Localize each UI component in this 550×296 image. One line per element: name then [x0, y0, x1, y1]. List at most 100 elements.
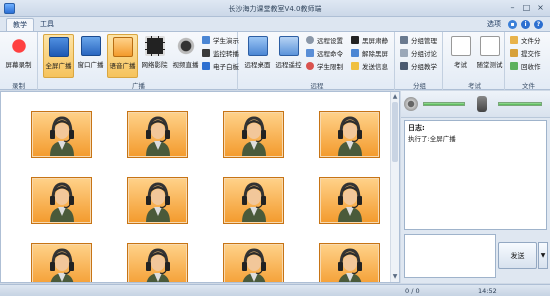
monitor-relay-button[interactable]: 监控转播: [202, 49, 239, 60]
student-demo-icon: [202, 36, 210, 44]
settings-icon[interactable]: ▪: [508, 20, 517, 29]
black-screen-label: 黑屏肃静: [362, 37, 388, 45]
student-headset-icon: [146, 248, 170, 282]
remote-command-button[interactable]: 远程命令: [306, 49, 343, 60]
scroll-down-icon[interactable]: ▼: [391, 273, 399, 281]
quiz-button[interactable]: 随堂测试: [474, 34, 505, 78]
ribbon-tabs: 教学 工具 选项 ▪ i ?: [0, 17, 550, 31]
close-button[interactable]: ×: [534, 2, 547, 13]
student-tile[interactable]: [127, 243, 188, 282]
window-broadcast-button[interactable]: 窗口广播: [75, 34, 106, 78]
student-demo-button[interactable]: 学生演示: [202, 36, 239, 47]
remote-desktop-icon: [247, 36, 268, 56]
submit-homework-icon: [510, 49, 518, 57]
tab-tools[interactable]: 工具: [34, 18, 60, 31]
black-screen-button[interactable]: 黑屏肃静: [351, 36, 388, 47]
group-discuss-button[interactable]: 分组讨论: [400, 49, 437, 60]
group-discuss-icon: [400, 49, 408, 57]
monitor-relay-label: 监控转播: [213, 50, 239, 58]
student-tile[interactable]: [31, 177, 92, 224]
window-broadcast-icon: [80, 36, 101, 56]
student-tile[interactable]: [319, 243, 380, 282]
group-grouping: 分组管理 分组讨论 分组教学 分组: [397, 32, 443, 90]
send-button[interactable]: 发送: [498, 242, 537, 269]
ribbon: 屏幕录制 录制 全屏广播 窗口广播 语音广播 网络影院 视频直播 学生演示 监控…: [0, 31, 550, 90]
student-headset-icon: [338, 116, 362, 156]
tab-teaching[interactable]: 教学: [6, 18, 34, 31]
student-tile[interactable]: [127, 177, 188, 224]
student-tile[interactable]: [31, 111, 92, 158]
student-tile[interactable]: [223, 111, 284, 158]
send-message-label: 发送信息: [362, 63, 388, 71]
student-tile[interactable]: [223, 177, 284, 224]
whiteboard-button[interactable]: 电子白板: [202, 62, 239, 73]
status-bar: 0 / 0 14:52: [0, 284, 550, 296]
student-tile[interactable]: [31, 243, 92, 282]
student-headset-icon: [338, 248, 362, 282]
help-icon[interactable]: ?: [534, 20, 543, 29]
remote-control-label: 远程遥控: [275, 61, 302, 69]
remote-control-button[interactable]: 远程遥控: [273, 34, 304, 78]
audio-controls: [401, 91, 550, 118]
group-manage-button[interactable]: 分组管理: [400, 36, 437, 47]
group-teach-icon: [400, 62, 408, 70]
microphone-icon[interactable]: [477, 96, 487, 112]
remote-control-icon: [278, 36, 299, 56]
student-tile[interactable]: [223, 243, 284, 282]
command-icon: [306, 49, 314, 57]
collect-homework-button[interactable]: 回收作: [510, 62, 541, 73]
scroll-thumb[interactable]: [392, 102, 398, 162]
group-discuss-label: 分组讨论: [411, 50, 437, 58]
video-live-button[interactable]: 视频直播: [170, 34, 201, 78]
student-headset-icon: [50, 182, 74, 222]
group-teach-button[interactable]: 分组教学: [400, 62, 437, 73]
file-distribute-button[interactable]: 文件分: [510, 36, 541, 47]
remote-settings-button[interactable]: 远程设置: [306, 36, 343, 47]
envelope-icon: [351, 62, 359, 70]
video-camera-icon: [175, 36, 196, 56]
options-menu[interactable]: 选项: [487, 19, 501, 29]
student-tile[interactable]: [319, 111, 380, 158]
student-grid: ▲ ▼: [0, 91, 400, 283]
send-options-dropdown[interactable]: ▼: [538, 242, 548, 269]
file-distribute-label: 文件分: [521, 37, 541, 45]
maximize-button[interactable]: □: [520, 2, 533, 13]
remote-settings-label: 远程设置: [317, 37, 343, 45]
window-title: 长沙海力课堂教室V4.0教师端: [228, 5, 322, 13]
remote-desktop-button[interactable]: 远程桌面: [242, 34, 273, 78]
group-record-label: 录制: [12, 82, 25, 90]
title-bar: 长沙海力课堂教室V4.0教师端 – □ ×: [0, 0, 550, 17]
release-screen-label: 解除黑屏: [362, 50, 388, 58]
info-icon[interactable]: i: [521, 20, 530, 29]
video-live-label: 视频直播: [172, 61, 199, 69]
right-panel: 日志: 执行了:全屏广播 发送 ▼: [401, 91, 550, 283]
release-screen-button[interactable]: 解除黑屏: [351, 49, 388, 60]
fullscreen-broadcast-button[interactable]: 全屏广播: [43, 34, 74, 78]
speaker-icon[interactable]: [404, 97, 418, 111]
screen-record-button[interactable]: 屏幕录制: [3, 34, 34, 78]
group-manage-icon: [400, 36, 408, 44]
voice-broadcast-button[interactable]: 语音广播: [107, 34, 138, 78]
log-panel: 日志: 执行了:全屏广播: [404, 120, 547, 230]
group-remote-label: 远程: [310, 82, 324, 90]
film-icon: [144, 36, 165, 56]
student-tile[interactable]: [319, 177, 380, 224]
network-cinema-button[interactable]: 网络影院: [139, 34, 170, 78]
student-restrict-button[interactable]: 学生限制: [306, 62, 343, 73]
speaker-volume-slider[interactable]: [423, 102, 465, 106]
file-distribute-icon: [510, 36, 518, 44]
group-broadcast: 全屏广播 窗口广播 语音广播 网络影院 视频直播 学生演示 监控转播 电子白板 …: [40, 32, 239, 90]
message-input[interactable]: [404, 234, 496, 278]
vertical-scrollbar[interactable]: ▲ ▼: [390, 92, 399, 282]
exam-icon: [450, 36, 471, 56]
remote-command-label: 远程命令: [317, 50, 343, 58]
submit-homework-button[interactable]: 提交作: [510, 49, 541, 60]
student-tile[interactable]: [127, 111, 188, 158]
microphone-volume-slider[interactable]: [498, 102, 542, 106]
minimize-button[interactable]: –: [506, 2, 519, 13]
voice-broadcast-icon: [112, 37, 133, 57]
scroll-up-icon[interactable]: ▲: [391, 93, 399, 101]
exam-button[interactable]: 考试: [445, 34, 476, 78]
student-headset-icon: [146, 116, 170, 156]
send-message-button[interactable]: 发送信息: [351, 62, 388, 73]
